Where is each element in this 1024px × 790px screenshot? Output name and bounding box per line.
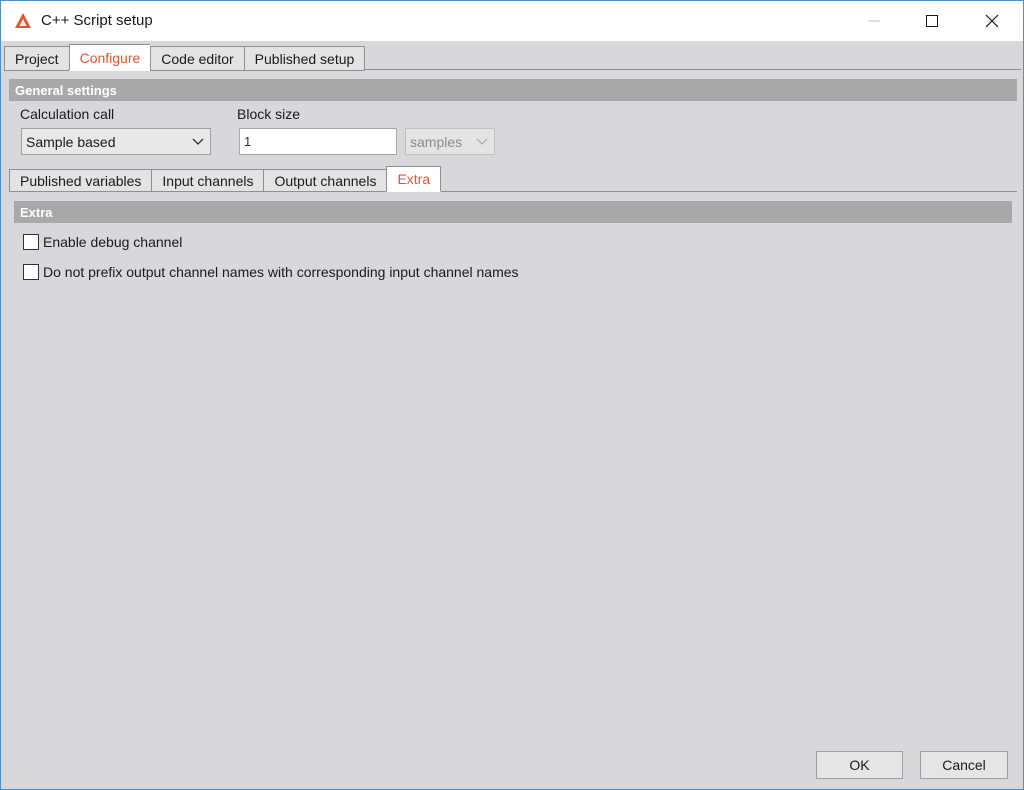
ok-button[interactable]: OK bbox=[816, 751, 903, 779]
block-size-label: Block size bbox=[237, 106, 301, 122]
enable-debug-channel-label: Enable debug channel bbox=[43, 234, 183, 250]
block-size-unit-value: samples bbox=[410, 133, 463, 150]
title-bar: C++ Script setup bbox=[1, 1, 1023, 41]
no-prefix-output-option[interactable]: Do not prefix output channel names with … bbox=[23, 264, 519, 280]
extra-header: Extra bbox=[14, 201, 1012, 223]
general-settings-header: General settings bbox=[9, 79, 1017, 101]
cancel-button[interactable]: Cancel bbox=[920, 751, 1008, 779]
tab-configure[interactable]: Configure bbox=[68, 44, 151, 71]
close-icon bbox=[985, 14, 999, 28]
tab-code-editor[interactable]: Code editor bbox=[150, 46, 244, 71]
dialog-window: C++ Script setup Project Configure Code … bbox=[0, 0, 1024, 790]
tab-extra[interactable]: Extra bbox=[386, 166, 442, 192]
no-prefix-output-label: Do not prefix output channel names with … bbox=[43, 264, 519, 280]
calculation-call-label: Calculation call bbox=[20, 106, 115, 122]
enable-debug-channel-checkbox[interactable] bbox=[23, 234, 39, 250]
tab-published-setup[interactable]: Published setup bbox=[243, 46, 366, 71]
close-button[interactable] bbox=[963, 1, 1021, 41]
minimize-button[interactable] bbox=[845, 1, 903, 41]
chevron-down-icon bbox=[192, 138, 204, 145]
sub-tab-bar: Published variables Input channels Outpu… bbox=[9, 166, 442, 192]
app-logo-icon bbox=[15, 13, 31, 28]
minimize-icon bbox=[868, 20, 880, 22]
tab-published-variables[interactable]: Published variables bbox=[9, 169, 152, 192]
tab-input-channels[interactable]: Input channels bbox=[151, 169, 264, 192]
block-size-unit-select[interactable]: samples bbox=[405, 128, 495, 155]
chevron-down-icon bbox=[476, 138, 488, 145]
calculation-call-select[interactable]: Sample based bbox=[21, 128, 211, 155]
maximize-button[interactable] bbox=[903, 1, 961, 41]
maximize-icon bbox=[926, 15, 938, 27]
tab-project[interactable]: Project bbox=[4, 46, 69, 71]
enable-debug-channel-option[interactable]: Enable debug channel bbox=[23, 234, 182, 250]
block-size-input[interactable]: 1 bbox=[239, 128, 397, 155]
no-prefix-output-checkbox[interactable] bbox=[23, 264, 39, 280]
calculation-call-value: Sample based bbox=[26, 133, 116, 150]
top-tab-bar: Project Configure Code editor Published … bbox=[4, 44, 366, 71]
window-title: C++ Script setup bbox=[41, 12, 153, 29]
tab-output-channels[interactable]: Output channels bbox=[263, 169, 387, 192]
